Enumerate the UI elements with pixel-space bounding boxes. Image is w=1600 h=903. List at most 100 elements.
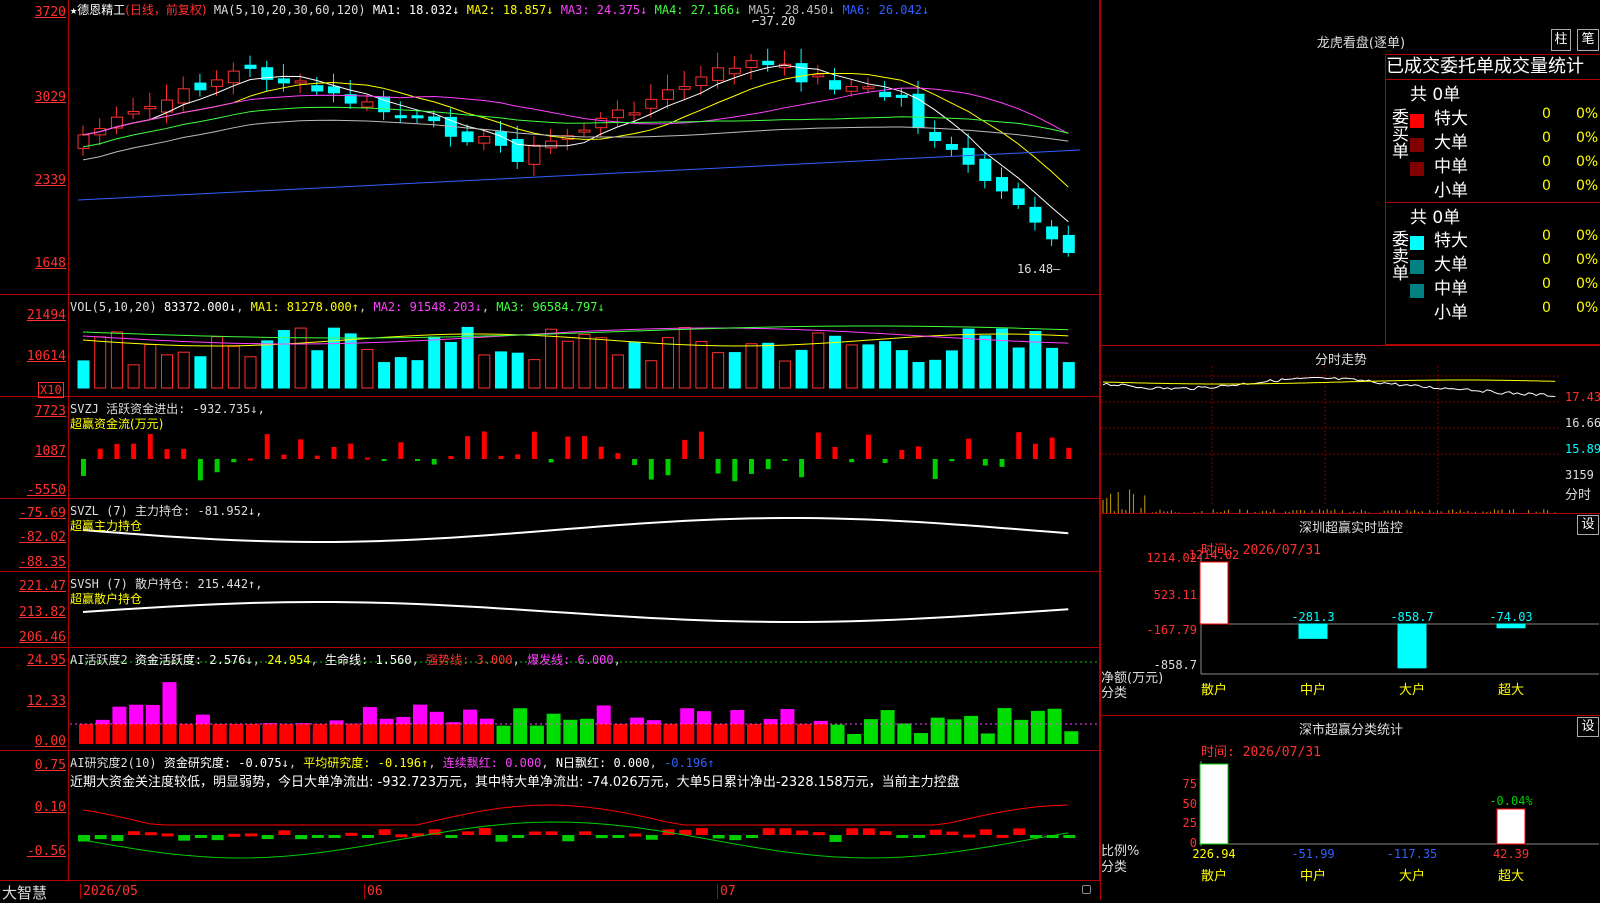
buy-color-chip [1410,186,1424,200]
flow-bar [314,455,320,459]
flow-bar [982,459,988,466]
flow-bar [548,459,554,463]
row-name: 小单 [1434,181,1468,201]
research-bar [178,835,191,841]
flow-bar [481,431,487,459]
volume-bar [712,352,725,389]
volume-bar [277,330,290,389]
candle-body [528,144,541,165]
ai-research-label: AI研究度2(10) [70,756,157,770]
candle-body [328,86,340,94]
flow-bar [114,443,120,459]
flow-bar [882,459,888,464]
research-bar [712,835,725,839]
row-pct: 0% [1576,276,1599,292]
volume-bar [177,351,190,389]
flow-bar [648,459,654,480]
candle-body [277,78,290,84]
flow-bar [248,458,253,461]
buy-row: 大单 0 0% [1410,128,1600,153]
candle-body [194,82,207,91]
avg-line [1102,379,1556,385]
row-pct: 0% [1576,154,1599,170]
category-label: 大户 [1399,682,1425,698]
activity-bar [930,717,945,744]
main-hold-line [82,517,1069,543]
volume-bar [194,356,207,389]
sell-row: 大单 0 0% [1410,250,1600,275]
volume-bar [261,340,274,389]
activity-bar [797,724,812,744]
activity-bar [95,724,110,744]
research-bar [846,828,859,835]
activity-bar [529,725,544,744]
row-pct: 0% [1576,300,1599,316]
ma-line [77,149,1081,201]
research-bar [495,835,508,842]
research-bar [462,831,475,835]
volume-bar [1029,330,1042,389]
activity-bar [129,724,144,744]
ai-active-item: 24.954 [267,653,311,667]
flow-bar [331,446,337,459]
flow-bar [431,459,437,465]
period-label[interactable]: (日线，前复权) [125,3,206,17]
activity-bar [79,724,93,744]
ma2-value: MA2: 18.857↓ [466,3,554,17]
candle-body [645,98,658,109]
chart-canvas[interactable] [0,0,1100,882]
ma-line [82,72,1069,188]
ma1-value: MA1: 18.032↓ [372,3,460,17]
row-pct: 0% [1576,130,1599,146]
sell-side-label: 委卖单 [1388,230,1408,281]
research-bar [1063,835,1076,838]
volume-bar [411,360,424,389]
classify-y-tick: 75 [1183,777,1197,791]
flow-bar [665,459,671,476]
flow-bar [698,431,704,459]
volume-bar [378,362,391,389]
activity-bar [112,724,127,744]
volume-bar [979,335,992,389]
candle-body [294,80,307,84]
activity-bar [663,724,678,744]
activity-bar [145,724,160,744]
classify-chart: 7550250-0.04%226.94散户-51.99中户-117.35大户42… [1183,761,1599,884]
activity-bar [763,724,778,744]
flow-bar [214,459,220,473]
vol-unit-button[interactable]: X10 [38,382,64,398]
flow-bar [732,459,738,482]
candle-body [1029,206,1042,223]
svsh-y-tick: 206.46 [19,630,66,645]
volume-bar [829,335,841,389]
x-axis-label: 2026/05 [80,884,138,899]
tick-view-button[interactable]: 笔 [1577,29,1599,51]
activity-bar [580,718,594,744]
research-bar [295,835,308,840]
activity-bar [830,724,845,744]
classify-panel: 深市超赢分类统计 设 时间: 2026/07/31 75 50 25 0 -0.04% 2… [1100,715,1600,900]
volume-bar [578,333,591,389]
activity-bar [713,724,728,744]
research-bar [595,835,608,839]
candle-body [662,89,674,100]
stock-name: 德恩精工 [77,3,126,17]
flow-bar [197,459,203,481]
classify-value: -51.99 [1291,847,1334,861]
fenshi-chart[interactable] [1101,366,1600,514]
column-view-button[interactable]: 柱 [1551,29,1571,51]
candle-body [211,79,224,87]
ai-research-item: 连续飘红: 0.000 [442,756,542,770]
activity-bar [329,724,344,744]
chart-area[interactable]: ★德恩精工(日线，前复权) MA(5,10,20,30,60,120) MA1:… [0,0,1100,882]
lock-icon[interactable] [1082,885,1091,894]
vol-ma3: MA3: 96584.797↓ [496,300,605,314]
row-value: 0 [1542,228,1551,244]
fenshi-panel[interactable]: 分时走势 17.43 16.66 15.89 3159 分时 [1100,345,1600,514]
flow-bar [715,459,721,474]
kline-y-tick: 3029 [34,90,66,105]
x-axis: 大智慧 2026/05 06 07 [0,880,1100,902]
row-value: 0 [1542,106,1551,122]
vol-ma2: MA2: 91548.203↓ [373,300,482,314]
ai-active-item: 强势线: 3.000 [426,653,513,667]
